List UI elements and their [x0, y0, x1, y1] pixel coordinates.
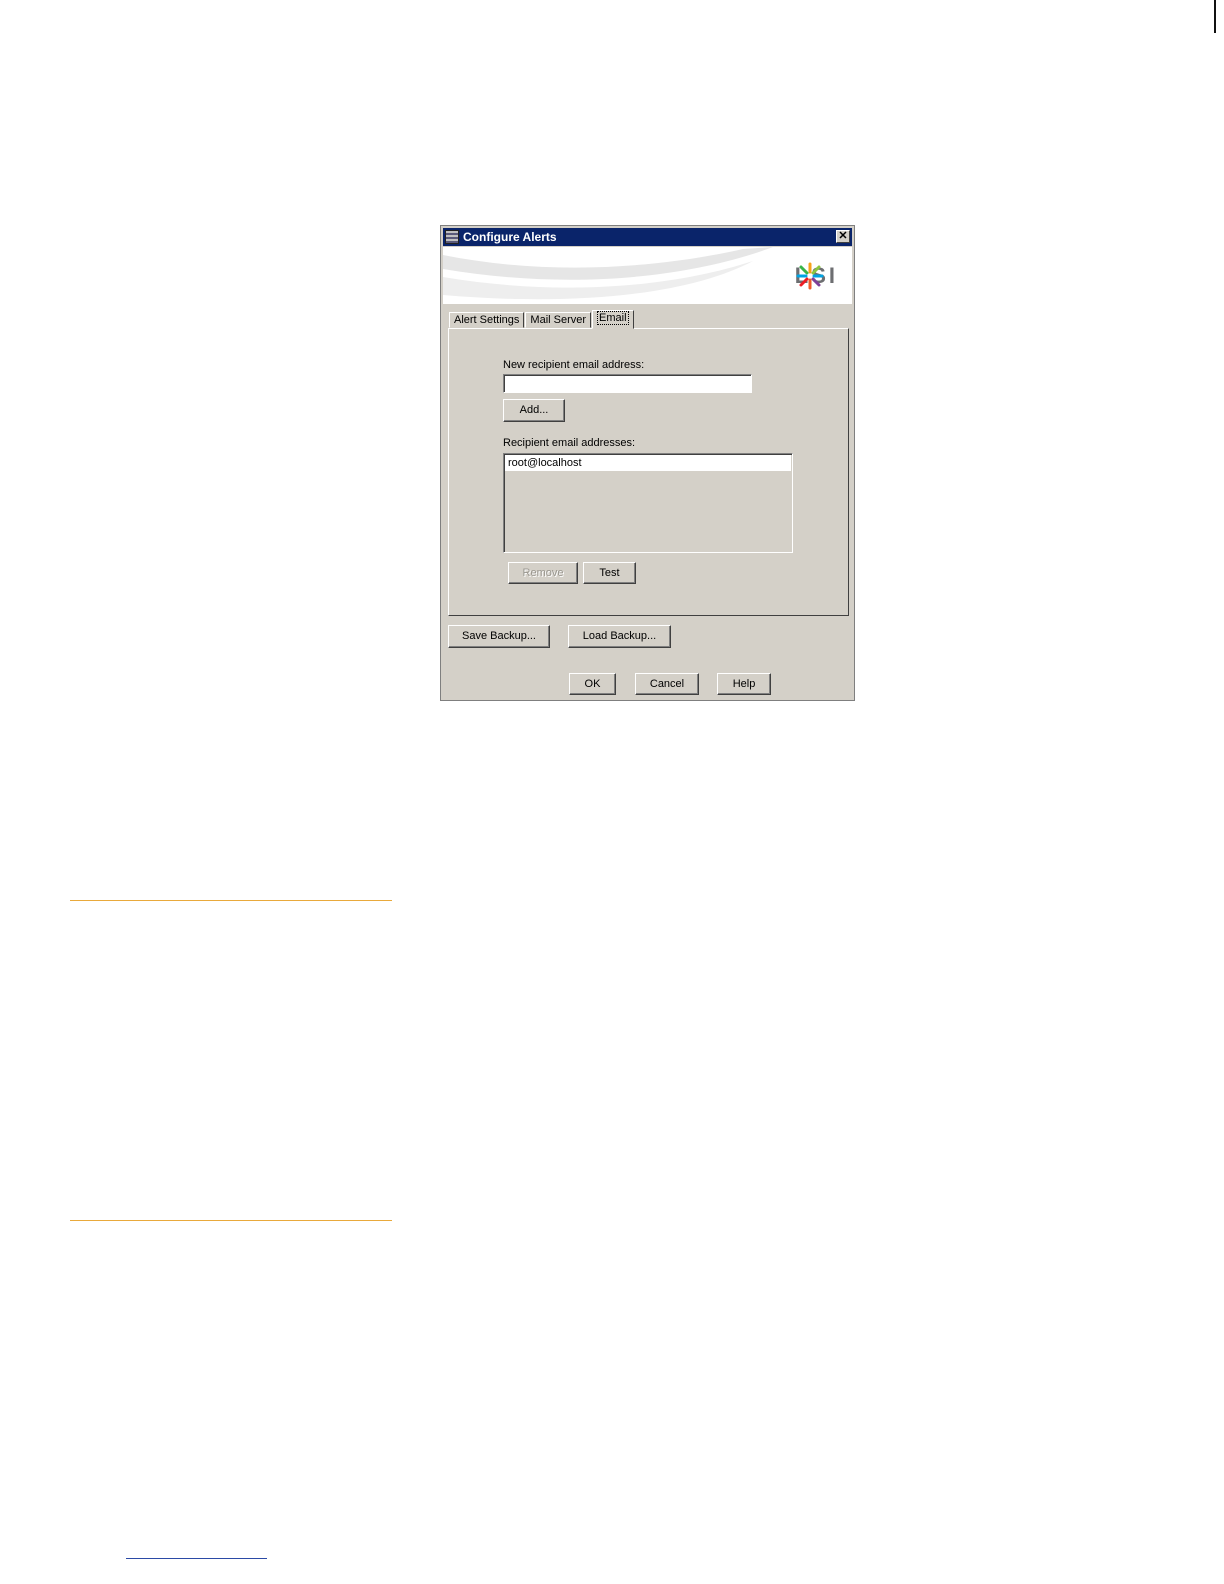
load-backup-button[interactable]: Load Backup... [568, 625, 671, 648]
banner-swoosh [443, 247, 773, 300]
list-item[interactable]: root@localhost [505, 455, 791, 471]
new-recipient-input[interactable] [503, 374, 752, 393]
close-button[interactable]: ✕ [836, 230, 850, 243]
lsi-logo: LSI [795, 261, 838, 291]
configure-alerts-dialog: Configure Alerts ✕ LSI Alert Settings Ma… [440, 225, 855, 701]
app-icon [445, 230, 459, 244]
close-icon: ✕ [838, 230, 848, 242]
new-recipient-label: New recipient email address: [503, 359, 645, 371]
recipients-list[interactable]: root@localhost [503, 453, 793, 553]
footer-link-underline [126, 1558, 267, 1559]
help-button[interactable]: Help [717, 673, 771, 695]
section-rule-bottom [70, 1220, 392, 1221]
ok-button[interactable]: OK [569, 673, 616, 695]
tab-email[interactable]: Email [592, 310, 634, 329]
save-backup-button[interactable]: Save Backup... [448, 625, 550, 648]
remove-button[interactable]: Remove [508, 562, 578, 584]
title-bar[interactable]: Configure Alerts ✕ [443, 228, 852, 246]
test-button[interactable]: Test [583, 562, 636, 584]
lsi-logo-icon [796, 262, 824, 290]
dialog-title: Configure Alerts [463, 230, 557, 244]
recipients-label: Recipient email addresses: [503, 437, 636, 449]
header-banner: LSI [443, 247, 852, 304]
add-button[interactable]: Add... [503, 399, 565, 422]
cancel-button[interactable]: Cancel [635, 673, 699, 695]
tab-mail-server[interactable]: Mail Server [525, 312, 592, 328]
tab-strip: Alert Settings Mail Server Email [449, 310, 635, 329]
section-rule-top [70, 900, 392, 901]
tab-alert-settings[interactable]: Alert Settings [449, 312, 525, 328]
tab-email-label: Email [597, 311, 629, 325]
page-edge-line [1214, 0, 1216, 33]
